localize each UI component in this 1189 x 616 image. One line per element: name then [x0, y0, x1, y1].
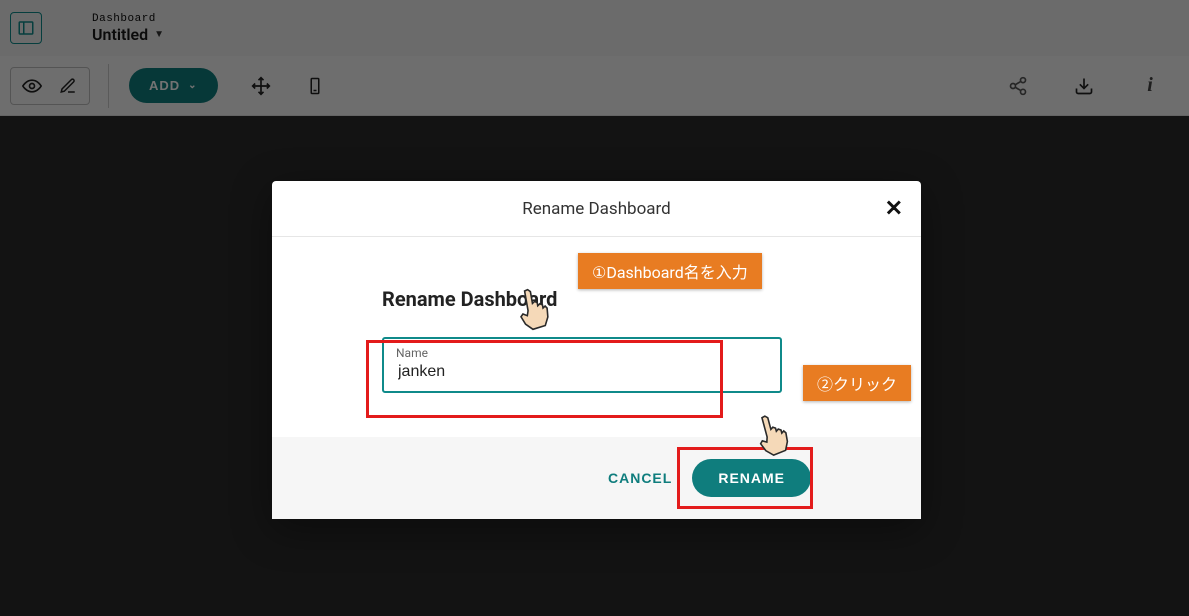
modal-title: Rename Dashboard: [522, 199, 670, 219]
rename-modal: Rename Dashboard ✕ Rename Dashboard Name…: [272, 181, 921, 519]
annotation-step1: ①Dashboard名を入力: [578, 253, 762, 289]
rename-button[interactable]: RENAME: [692, 459, 811, 497]
name-field-wrap: Name: [382, 337, 782, 393]
modal-footer: CANCEL RENAME: [272, 437, 921, 519]
name-field-label: Name: [396, 346, 428, 360]
annotation-step2: ②クリック: [803, 365, 911, 401]
name-input[interactable]: [382, 337, 782, 393]
modal-header: Rename Dashboard ✕: [272, 181, 921, 237]
pointer-hand-icon: [507, 283, 557, 338]
cancel-button[interactable]: CANCEL: [608, 470, 672, 486]
modal-body-heading: Rename Dashboard: [382, 287, 811, 311]
close-icon[interactable]: ✕: [885, 196, 903, 221]
